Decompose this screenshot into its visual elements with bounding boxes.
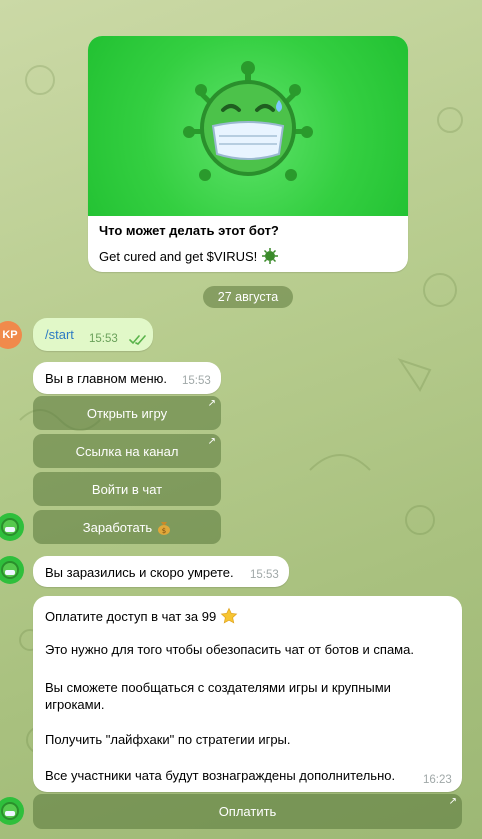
double-check-icon xyxy=(129,335,146,345)
menu-text: Вы в главном меню. xyxy=(45,371,167,386)
channel-link-button[interactable]: Ссылка на канал ↗ xyxy=(33,434,221,468)
user-start-message: /start 15:53 xyxy=(33,318,153,351)
earn-button[interactable]: Заработать $ xyxy=(33,510,221,544)
join-chat-button[interactable]: Войти в чат xyxy=(33,472,221,506)
pay-line-1: Оплатите доступ в чат за 99 xyxy=(45,608,217,624)
pay-line-3: Вы сможете пообщаться с создателями игры… xyxy=(45,680,391,712)
bot-intro-title: Что может делать этот бот? xyxy=(99,223,279,238)
pay-line-2: Это нужно для того чтобы обезопасить чат… xyxy=(45,642,414,657)
message-time: 15:53 xyxy=(250,569,279,581)
virus-avatar-icon xyxy=(1,518,19,536)
virus-mascot-icon xyxy=(183,61,313,181)
infected-message: Вы заразились и скоро умрете. 15:53 xyxy=(33,556,289,587)
pay-line-5: Все участники чата будут вознаграждены д… xyxy=(45,768,396,783)
virus-avatar-icon xyxy=(1,561,19,579)
bot-intro-text: Get cured and get $VIRUS! xyxy=(99,248,258,264)
external-link-icon: ↗ xyxy=(207,436,216,447)
virus-avatar-icon xyxy=(1,802,19,820)
money-bag-icon: $ xyxy=(158,522,171,535)
pay-line-4: Получить "лайфхаки" по стратегии игры. xyxy=(45,732,291,747)
svg-text:$: $ xyxy=(162,527,166,535)
bot-avatar[interactable] xyxy=(0,513,24,541)
virus-emoji-icon xyxy=(262,248,279,264)
bot-intro-image xyxy=(88,36,408,216)
payment-info-message: Оплатите доступ в чат за 99 Это нужно дл… xyxy=(33,596,462,792)
menu-message: Вы в главном меню. 15:53 xyxy=(33,362,221,394)
user-avatar[interactable]: KP xyxy=(0,321,22,349)
open-game-button[interactable]: Открыть игру ↗ xyxy=(33,396,221,430)
star-icon xyxy=(220,607,238,624)
message-time: 16:23 xyxy=(423,774,452,786)
date-separator: 27 августа xyxy=(203,286,293,308)
message-time: 15:53 xyxy=(182,375,211,387)
pay-button[interactable]: Оплатить ↗ xyxy=(33,794,462,829)
start-command-link[interactable]: /start xyxy=(45,327,74,342)
bot-avatar[interactable] xyxy=(0,556,24,584)
external-link-icon: ↗ xyxy=(207,398,216,409)
message-time: 15:53 xyxy=(89,333,118,345)
external-link-icon: ↗ xyxy=(448,796,457,807)
bot-avatar[interactable] xyxy=(0,797,24,825)
infected-text: Вы заразились и скоро умрете. xyxy=(45,565,234,580)
bot-intro-card: Что может делать этот бот? Get cured and… xyxy=(88,36,408,272)
